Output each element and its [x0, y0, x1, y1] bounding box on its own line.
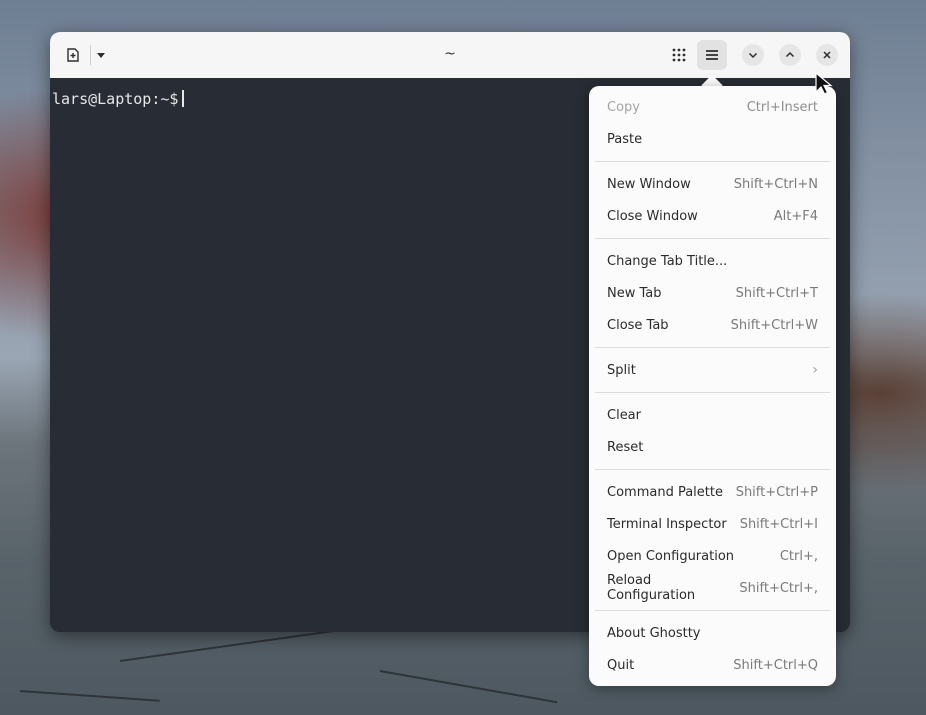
menu-item-quit[interactable]: Quit Shift+Ctrl+Q: [595, 649, 830, 681]
menu-item-label: New Tab: [607, 285, 662, 301]
menu-item-shortcut: Ctrl+,: [779, 548, 818, 564]
tab-overview-button[interactable]: [664, 40, 694, 70]
menu-item-shortcut: Shift+Ctrl+,: [739, 580, 818, 596]
menu-item-new-window[interactable]: New Window Shift+Ctrl+N: [595, 168, 830, 200]
menu-item-label: Reset: [607, 439, 644, 455]
menu-item-label: New Window: [607, 176, 691, 192]
menu-item-label: Change Tab Title...: [607, 253, 728, 269]
menu-item-split[interactable]: Split ›: [595, 354, 830, 386]
chevron-right-icon: ›: [812, 362, 818, 378]
menu-item-reload-configuration[interactable]: Reload Configuration Shift+Ctrl+,: [595, 572, 830, 604]
menu-item-new-tab[interactable]: New Tab Shift+Ctrl+T: [595, 277, 830, 309]
menu-item-label: Close Tab: [607, 317, 669, 333]
menu-item-command-palette[interactable]: Command Palette Shift+Ctrl+P: [595, 476, 830, 508]
menu-item-close-window[interactable]: Close Window Alt+F4: [595, 200, 830, 232]
menu-item-reset[interactable]: Reset: [595, 431, 830, 463]
menu-item-shortcut: Ctrl+Insert: [746, 99, 818, 115]
menu-separator: [595, 347, 830, 348]
menu-item-shortcut: Shift+Ctrl+N: [733, 176, 818, 192]
window-title: ~: [444, 46, 456, 62]
menu-separator: [595, 238, 830, 239]
menu-item-label: About Ghostty: [607, 625, 701, 641]
menu-item-shortcut: Shift+Ctrl+Q: [733, 657, 818, 673]
menu-item-label: Copy: [607, 99, 640, 115]
menu-item-label: Quit: [607, 657, 635, 673]
menu-item-open-configuration[interactable]: Open Configuration Ctrl+,: [595, 540, 830, 572]
menu-item-label: Command Palette: [607, 484, 723, 500]
menu-item-shortcut: Shift+Ctrl+W: [730, 317, 818, 333]
main-menu-button[interactable]: [697, 40, 727, 70]
menu-item-terminal-inspector[interactable]: Terminal Inspector Shift+Ctrl+I: [595, 508, 830, 540]
maximize-button[interactable]: [779, 44, 801, 66]
road-crack: [119, 629, 338, 662]
minimize-button[interactable]: [742, 44, 764, 66]
close-icon: [823, 51, 831, 59]
menu-item-shortcut: Shift+Ctrl+T: [735, 285, 818, 301]
menu-item-change-tab-title[interactable]: Change Tab Title...: [595, 245, 830, 277]
menu-item-shortcut: Alt+F4: [773, 208, 818, 224]
header-bar: ~: [50, 32, 850, 79]
close-button[interactable]: [816, 44, 838, 66]
shell-prompt: lars@Laptop:~$: [52, 90, 179, 108]
menu-item-shortcut: Shift+Ctrl+I: [739, 516, 818, 532]
menu-item-copy[interactable]: Copy Ctrl+Insert: [595, 91, 830, 123]
menu-item-label: Close Window: [607, 208, 698, 224]
menu-item-label: Terminal Inspector: [607, 516, 727, 532]
minimize-icon: [748, 52, 758, 59]
menu-item-label: Split: [607, 362, 636, 378]
road-crack: [19, 690, 160, 702]
menu-item-paste[interactable]: Paste: [595, 123, 830, 155]
menu-item-close-tab[interactable]: Close Tab Shift+Ctrl+W: [595, 309, 830, 341]
mouse-pointer-icon: [815, 72, 833, 95]
menu-item-about[interactable]: About Ghostty: [595, 617, 830, 649]
road-crack: [379, 670, 558, 704]
menu-separator: [595, 392, 830, 393]
menu-item-clear[interactable]: Clear: [595, 399, 830, 431]
menu-item-label: Clear: [607, 407, 641, 423]
menu-separator: [595, 469, 830, 470]
hamburger-menu-icon: [706, 50, 718, 60]
text-cursor: [182, 90, 185, 107]
main-menu-popover: Copy Ctrl+Insert Paste New Window Shift+…: [589, 86, 836, 686]
grid-icon: [672, 48, 686, 62]
menu-item-label: Reload Configuration: [607, 573, 696, 603]
menu-item-shortcut: Shift+Ctrl+P: [735, 484, 818, 500]
maximize-icon: [785, 51, 795, 58]
menu-item-label: Paste: [607, 131, 643, 147]
menu-separator: [595, 610, 830, 611]
menu-item-label: Open Configuration: [607, 548, 735, 564]
menu-separator: [595, 161, 830, 162]
